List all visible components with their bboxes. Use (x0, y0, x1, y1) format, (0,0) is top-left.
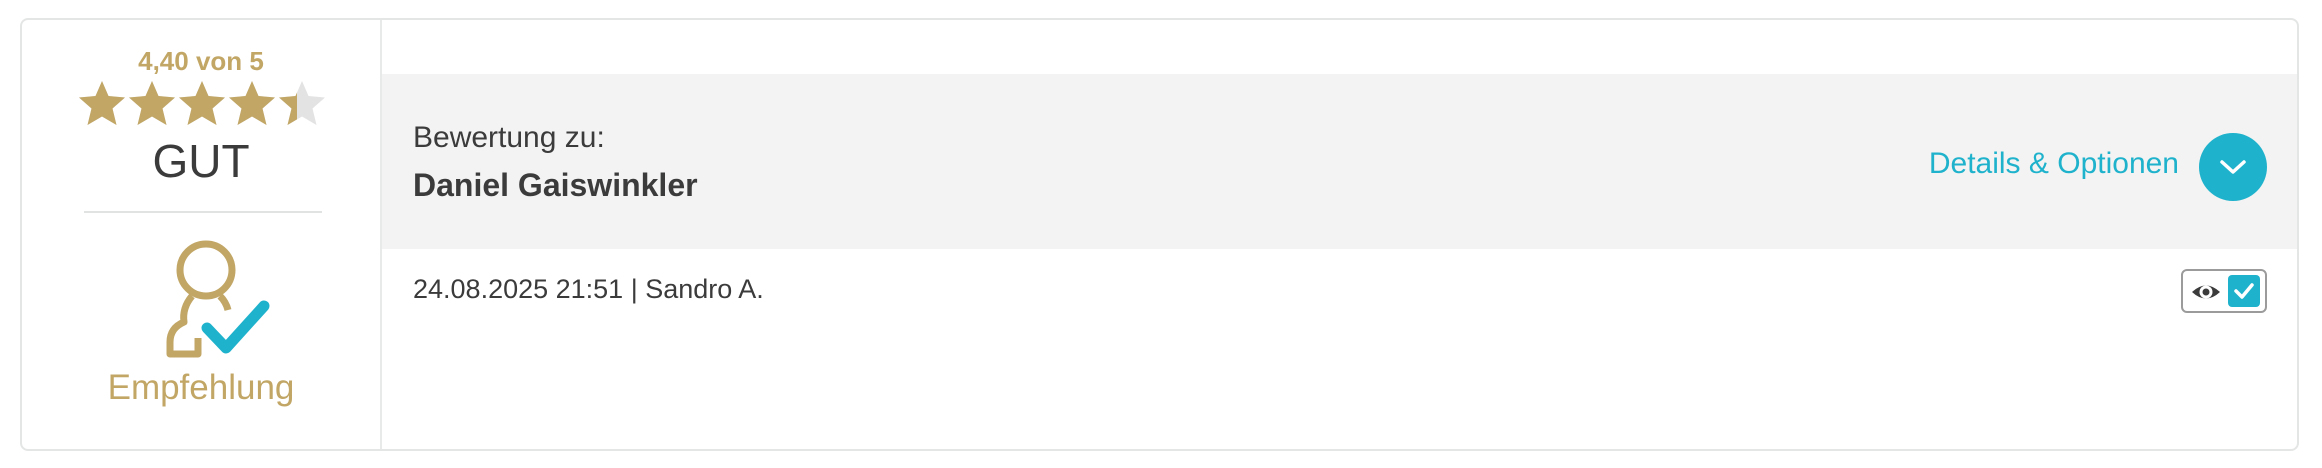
rating-score: 4,40 von 5 (138, 46, 264, 76)
star-icon (77, 78, 127, 128)
checkmark-icon (2228, 275, 2260, 307)
details-toggle-button[interactable] (2199, 133, 2267, 201)
rating-summary: 4,40 von 5 GUT Empfehlung (22, 20, 382, 449)
eye-icon (2190, 279, 2222, 310)
review-subject-name: Daniel Gaiswinkler (413, 167, 698, 203)
rating-grade: GUT (152, 135, 250, 187)
star-icon (277, 78, 327, 128)
visibility-status-toggle[interactable] (2181, 269, 2267, 313)
person-check-icon (162, 238, 292, 363)
star-icon (177, 78, 227, 128)
details-options-link[interactable]: Details & Optionen (1929, 147, 2179, 181)
star-rating (77, 78, 327, 128)
review-subject-label: Bewertung zu: (413, 121, 605, 154)
divider (84, 211, 322, 213)
review-meta: 24.08.2025 21:51 | Sandro A. (413, 274, 764, 304)
review-header: Bewertung zu: Daniel Gaiswinkler Details… (382, 74, 2297, 249)
chevron-down-icon (2220, 160, 2246, 174)
review-content: Bewertung zu: Daniel Gaiswinkler Details… (382, 20, 2297, 449)
star-icon (127, 78, 177, 128)
recommendation-label: Empfehlung (107, 368, 295, 407)
star-icon (227, 78, 277, 128)
review-card: 4,40 von 5 GUT Empfehlung Bewertung zu: … (20, 18, 2299, 451)
